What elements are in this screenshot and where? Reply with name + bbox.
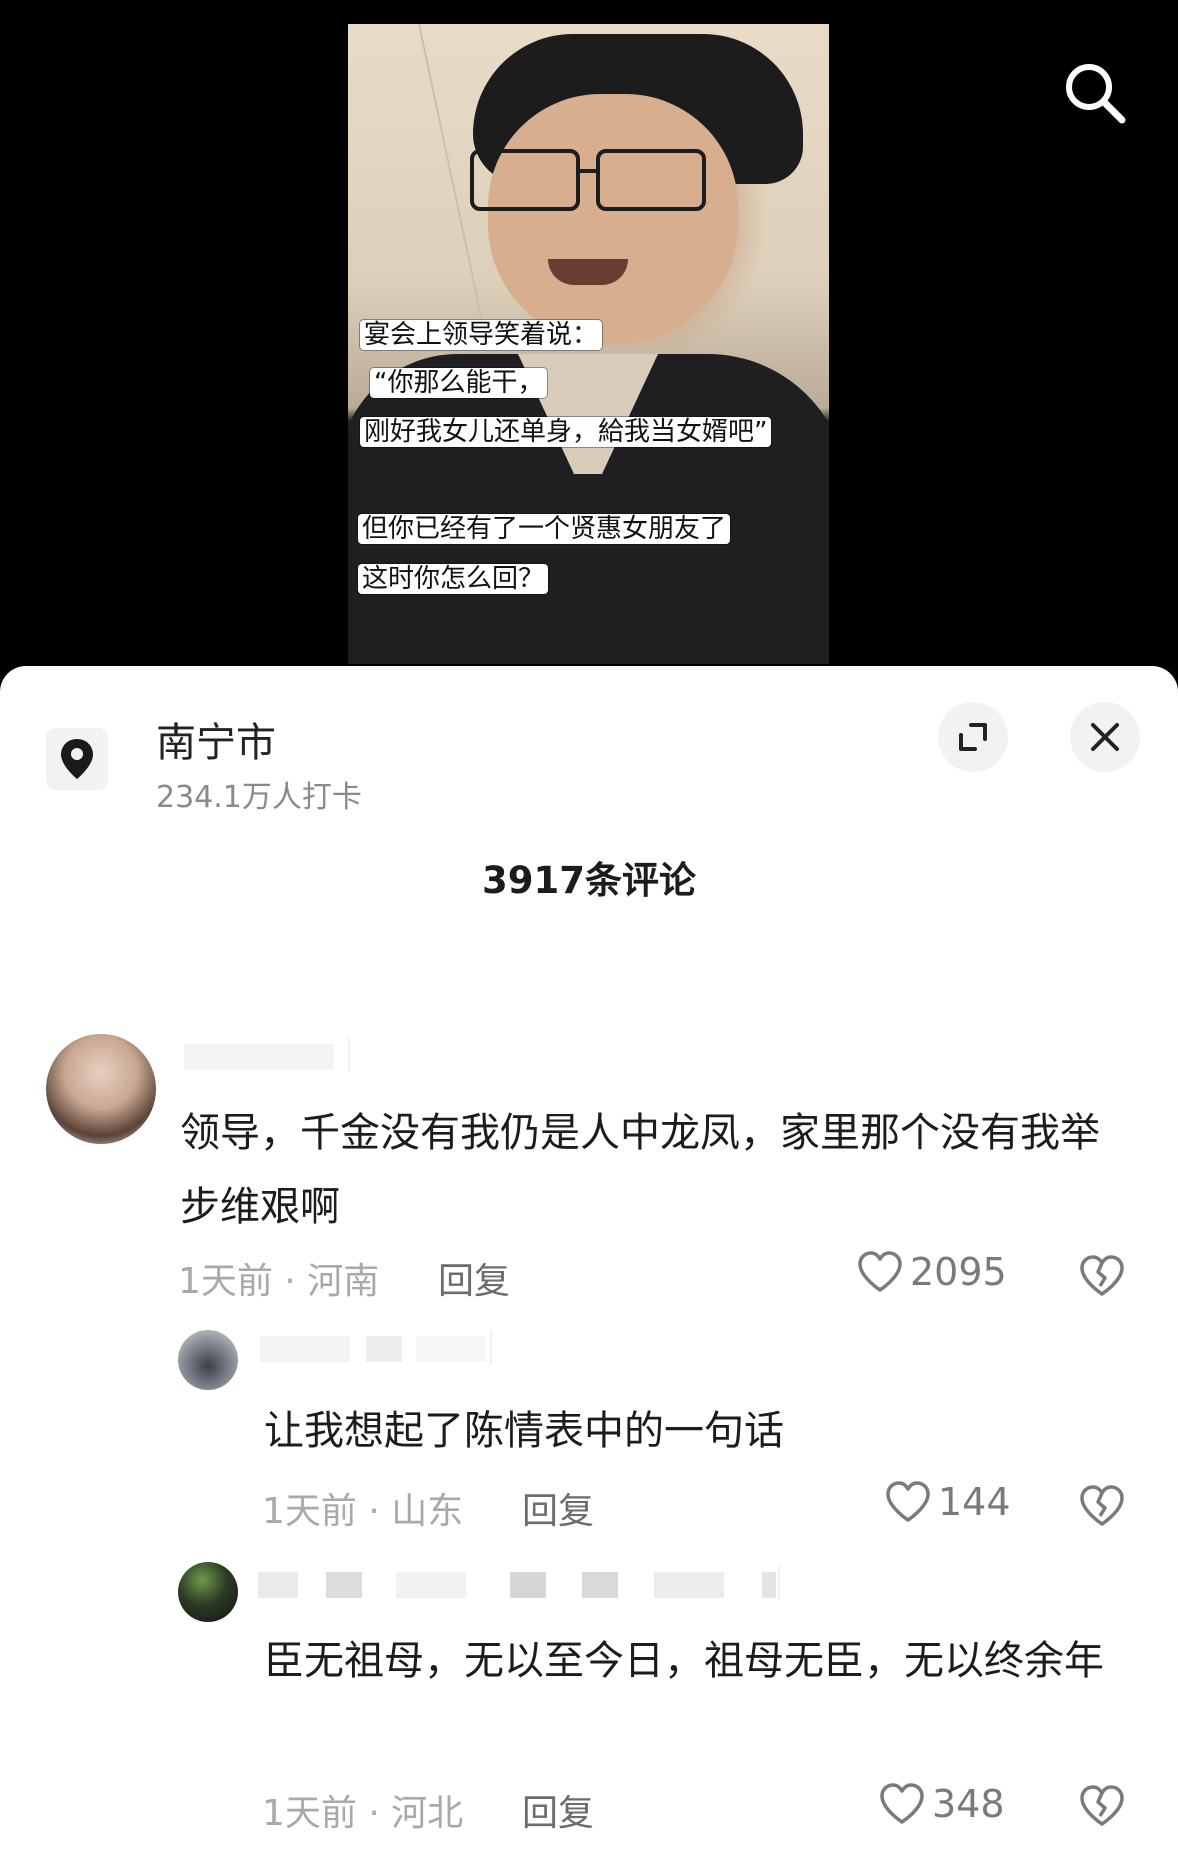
search-button[interactable] — [1060, 58, 1130, 128]
avatar[interactable] — [178, 1330, 238, 1390]
broken-heart-icon — [1080, 1255, 1124, 1296]
avatar[interactable] — [46, 1034, 156, 1144]
comments-sheet: 南宁市 234.1万人打卡 3917条评论 领导，千金没有我仍是人中龙凤，家里那… — [0, 666, 1178, 1863]
video-caption: 但你已经有了一个贤惠女朋友了 — [358, 514, 731, 544]
search-icon — [1066, 64, 1126, 124]
video-caption: 刚好我女儿还单身，給我当女婿吧” — [360, 417, 772, 447]
video-person-face — [488, 94, 738, 344]
redaction-block — [416, 1336, 486, 1362]
broken-heart-icon — [1080, 1485, 1124, 1526]
comment-text: 领导，千金没有我仍是人中龙凤，家里那个没有我举步维艰啊 — [180, 1110, 1100, 1230]
broken-heart-icon — [1080, 1785, 1124, 1826]
redaction-block — [582, 1572, 618, 1598]
video-player[interactable]: 宴会上领导笑着说： “你那么能干， 刚好我女儿还单身，給我当女婿吧” 但你已经有… — [0, 0, 1178, 700]
video-caption: 这时你怎么回？ — [358, 564, 549, 594]
location-pin-icon — [61, 739, 93, 779]
expand-icon — [959, 723, 987, 751]
like-button[interactable]: 2095 — [856, 1250, 1007, 1294]
comment-text: 让我想起了陈情表中的一句话 — [264, 1408, 784, 1454]
like-count: 144 — [938, 1480, 1011, 1524]
video-person-glasses — [576, 169, 598, 173]
close-button[interactable] — [1070, 702, 1140, 772]
like-button[interactable]: 144 — [884, 1480, 1011, 1524]
redaction-block — [654, 1572, 724, 1598]
comment-meta: 1天前 · 山东 — [262, 1491, 464, 1532]
like-count: 348 — [932, 1782, 1005, 1826]
location-name[interactable]: 南宁市 — [156, 710, 276, 768]
heart-icon — [886, 1481, 930, 1522]
comment-text: 臣无祖母，无以至今日，祖母无臣，无以终余年 — [264, 1638, 1104, 1684]
reply-button[interactable]: 回复 — [438, 1252, 510, 1304]
redaction-block — [260, 1336, 350, 1362]
redaction-block — [326, 1572, 362, 1598]
comment-meta: 1天前 · 河北 — [262, 1793, 464, 1834]
reply-button[interactable]: 回复 — [522, 1784, 594, 1836]
video-frame[interactable]: 宴会上领导笑着说： “你那么能干， 刚好我女儿还单身，給我当女婿吧” 但你已经有… — [348, 24, 829, 664]
close-icon — [1091, 723, 1119, 751]
heart-icon — [880, 1783, 924, 1824]
heart-icon — [858, 1251, 902, 1292]
username-redacted[interactable] — [178, 1038, 350, 1072]
video-caption: 宴会上领导笑着说： — [360, 320, 603, 350]
comment-count-title: 3917条评论 — [482, 859, 696, 902]
like-count: 2095 — [910, 1250, 1007, 1294]
redaction-block — [366, 1336, 402, 1362]
comment-meta: 1天前 · 河南 — [178, 1261, 380, 1302]
video-caption: “你那么能干， — [370, 368, 548, 398]
username-redacted[interactable] — [256, 1566, 780, 1600]
redaction-block — [184, 1044, 334, 1070]
location-button[interactable] — [46, 728, 108, 790]
username-redacted[interactable] — [256, 1330, 492, 1364]
dislike-button[interactable] — [1078, 1784, 1128, 1834]
video-person-glasses — [596, 149, 706, 211]
redaction-block — [396, 1572, 466, 1598]
dislike-button[interactable] — [1078, 1484, 1128, 1534]
avatar[interactable] — [178, 1562, 238, 1622]
reply-button[interactable]: 回复 — [522, 1482, 594, 1534]
video-person-glasses — [470, 149, 580, 211]
like-button[interactable]: 348 — [878, 1782, 1005, 1826]
redaction-block — [510, 1572, 546, 1598]
dislike-button[interactable] — [1078, 1254, 1128, 1304]
redaction-block — [762, 1572, 776, 1598]
redaction-block — [258, 1572, 298, 1598]
expand-button[interactable] — [938, 702, 1008, 772]
location-checkins: 234.1万人打卡 — [156, 780, 362, 815]
